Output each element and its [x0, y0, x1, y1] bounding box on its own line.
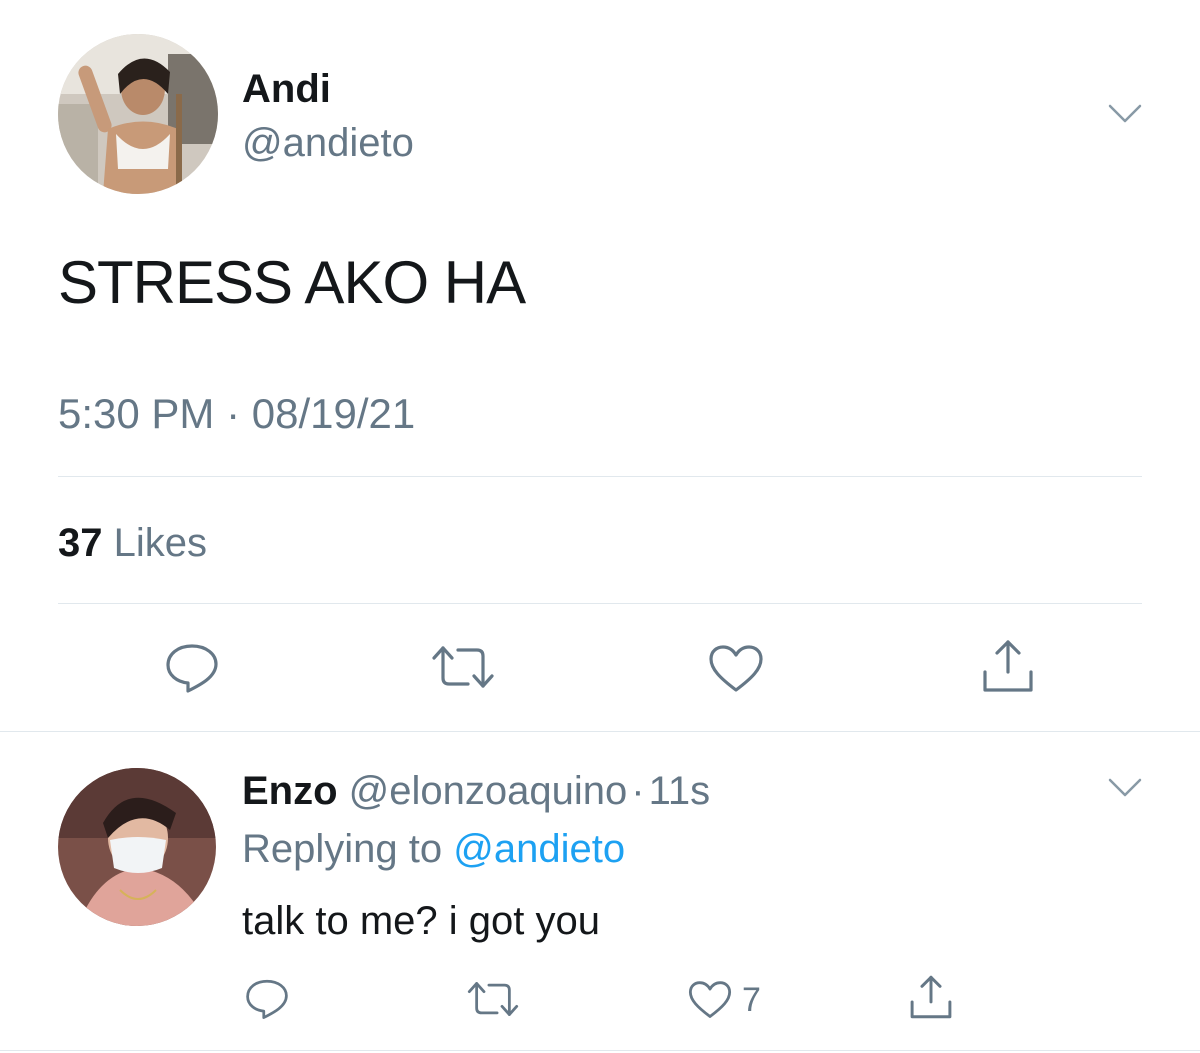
reply-author-name[interactable]: Enzo [242, 769, 338, 813]
retweet-icon[interactable] [466, 980, 520, 1018]
reply-icon[interactable] [164, 642, 220, 694]
likes-summary[interactable]: 37 Likes [58, 520, 207, 566]
reply-author-handle[interactable]: @elonzoaquino [349, 769, 628, 813]
like-icon[interactable] [708, 644, 764, 694]
reply-header: Enzo @elonzoaquino · 11s [242, 768, 710, 814]
reply-author-avatar[interactable] [58, 768, 216, 926]
likes-label: Likes [113, 521, 208, 565]
reply-time[interactable]: 11s [649, 769, 711, 813]
divider [0, 731, 1200, 732]
chevron-down-icon[interactable] [1108, 104, 1142, 124]
author-handle[interactable]: @andieto [242, 120, 414, 166]
tweet-timestamp[interactable]: 5:30 PM · 08/19/21 [58, 390, 415, 438]
like-icon[interactable] [688, 980, 732, 1020]
replying-to: Replying to @andieto [242, 826, 625, 872]
chevron-down-icon[interactable] [1108, 778, 1142, 798]
reply-text: talk to me? i got you [242, 899, 600, 943]
retweet-icon[interactable] [430, 644, 496, 690]
divider [0, 1050, 1200, 1051]
divider [58, 476, 1142, 477]
divider [58, 603, 1142, 604]
share-icon[interactable] [980, 638, 1036, 694]
share-icon[interactable] [908, 974, 954, 1020]
reply-like-count: 7 [742, 981, 761, 1019]
author-name[interactable]: Andi [242, 66, 331, 112]
tweet-text: STRESS AKO HA [58, 249, 526, 316]
author-avatar[interactable] [58, 34, 218, 194]
likes-count: 37 [58, 521, 103, 565]
reply-separator: · [631, 769, 645, 813]
replying-prefix: Replying to [242, 827, 443, 871]
reply-icon[interactable] [244, 978, 290, 1020]
replying-handle-link[interactable]: @andieto [453, 827, 625, 871]
